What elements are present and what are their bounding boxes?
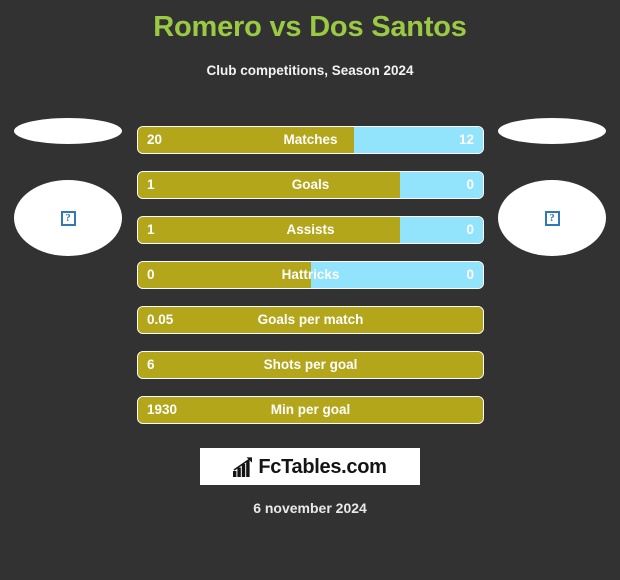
stat-value-left: 0 <box>147 267 155 283</box>
stat-bar-row: 0.05 Goals per match <box>137 306 484 334</box>
photo-main-ellipse-right: ? <box>498 180 606 256</box>
broken-image-icon: ? <box>544 210 560 226</box>
player-photo-left: ? <box>8 118 128 268</box>
photo-top-ellipse-left <box>14 118 122 144</box>
stat-bars-list: 20 12 Matches 1 0 Goals 1 0 Assists 0 0 Hattricks 0.… <box>137 126 484 441</box>
stat-value-left: 1930 <box>147 402 178 418</box>
stat-value-right: 12 <box>458 132 474 148</box>
chart-header: Romero vs Dos Santos Club competitions, … <box>0 0 620 80</box>
stat-bar-row: 1 0 Goals <box>137 171 484 199</box>
stat-bar-values: 10 <box>138 217 483 243</box>
photo-main-ellipse-left: ? <box>14 180 122 256</box>
page-title: Romero vs Dos Santos <box>153 11 467 43</box>
stat-value-right: 0 <box>466 177 474 193</box>
page-subtitle: Club competitions, Season 2024 <box>206 63 414 78</box>
player-photo-right: ? <box>492 118 612 268</box>
stat-bar-row: 6 Shots per goal <box>137 351 484 379</box>
stat-value-left: 1 <box>147 222 155 238</box>
stat-value-left: 1 <box>147 177 155 193</box>
bar-chart-arrow-icon <box>233 456 253 477</box>
stat-bar-values: 1930 <box>138 397 483 423</box>
stat-bar-row: 1930 Min per goal <box>137 396 484 424</box>
stat-bar-values: 10 <box>138 172 483 198</box>
logo-text: FcTables.com <box>258 455 387 478</box>
fctables-logo[interactable]: FcTables.com <box>200 448 420 485</box>
stat-value-left: 0.05 <box>147 312 174 328</box>
stat-value-right: 0 <box>466 222 474 238</box>
stat-value-right: 0 <box>466 267 474 283</box>
stat-bar-row: 20 12 Matches <box>137 126 484 154</box>
stat-bar-row: 1 0 Assists <box>137 216 484 244</box>
stat-bar-values: 20 12 <box>138 127 483 153</box>
chart-date: 6 november 2024 <box>253 500 367 516</box>
broken-image-icon: ? <box>60 210 76 226</box>
photo-top-ellipse-right <box>498 118 606 144</box>
stat-bar-values: 0.05 <box>138 307 483 333</box>
stat-value-left: 20 <box>147 132 163 148</box>
stat-value-left: 6 <box>147 357 155 373</box>
stat-bar-values: 6 <box>138 352 483 378</box>
stat-bar-row: 0 0 Hattricks <box>137 261 484 289</box>
stat-bar-values: 00 <box>138 262 483 288</box>
